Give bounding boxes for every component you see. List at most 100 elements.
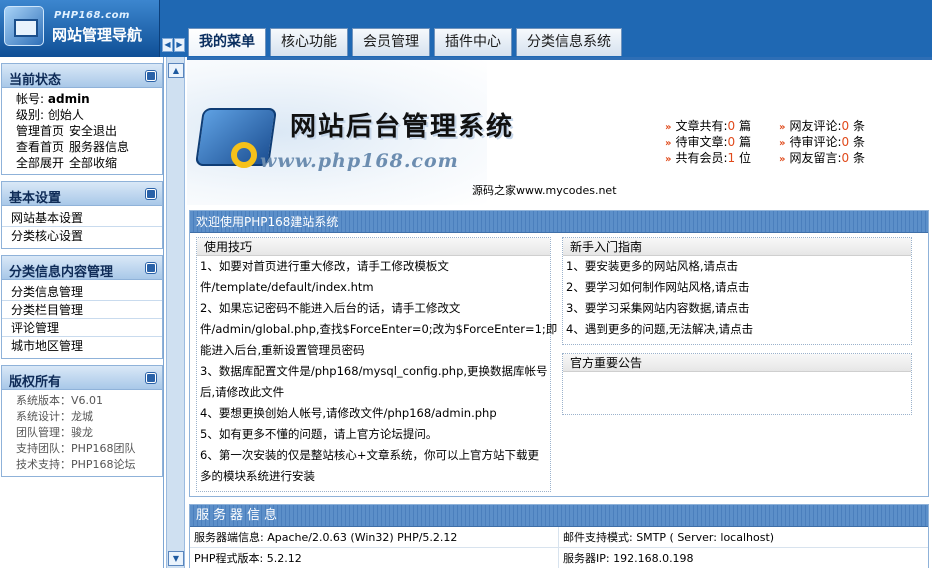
tip-line: 件/admin/global.php,查找$ForceEnter=0;改为$Fo… [200, 322, 558, 336]
guide-link[interactable]: 4、遇到更多的问题,无法解决,请点击 [563, 319, 911, 340]
tip-line: 6、第一次安装的仅是整站核心+文章系统，你可以上官方站下载更 [200, 448, 539, 462]
notice-box: 官方重要公告 [562, 353, 912, 415]
tab-classified-system[interactable]: 分类信息系统 [516, 28, 622, 56]
collapse-icon[interactable] [146, 373, 156, 383]
tips-title: 使用技巧 [197, 238, 550, 256]
tips-box: 使用技巧 1、如要对首页进行重大修改，请手工修改模板文 件/template/d… [196, 237, 558, 492]
design-line: 系统设计：龙城 [16, 410, 93, 423]
server-info-panel: 服务器信息 服务器端信息: Apache/2.0.63 (Win32) PHP/… [189, 504, 929, 568]
stat-members: » 共有会员:1 位 [665, 151, 751, 165]
server-ip: 服务器IP: 192.168.0.198 [563, 552, 694, 565]
collapse-icon[interactable] [146, 189, 156, 199]
scroll-right-icon[interactable]: ▶ [174, 38, 185, 52]
scroll-up-icon[interactable]: ▲ [168, 63, 184, 78]
link-row: 管理首页 安全退出 [2, 123, 162, 139]
group-header[interactable]: 基本设置 [2, 182, 162, 206]
tip-line: 1、如要对首页进行重大修改，请手工修改模板文 [200, 259, 449, 273]
stat-comments: » 网友评论:0 条 [779, 119, 865, 133]
guide-link[interactable]: 2、要学习如何制作网站风格,请点击 [563, 277, 911, 298]
stat-pending-comments: » 待审评论:0 条 [779, 135, 865, 149]
group-header[interactable]: 版权所有 [2, 366, 162, 390]
tab-core-functions[interactable]: 核心功能 [270, 28, 348, 56]
sidebar-item-site-settings[interactable]: 网站基本设置 [2, 209, 162, 227]
admin-logo-icon [4, 6, 44, 46]
source-credit: 源码之家www.mycodes.net [472, 184, 617, 197]
scroll-left-icon[interactable]: ◀ [162, 38, 173, 52]
sidebar-group-content: 分类信息内容管理 分类信息管理 分类栏目管理 评论管理 城市地区管理 [1, 255, 163, 359]
sidebar-scrollbar[interactable]: ▲ ▼ [166, 57, 185, 568]
level-line: 级别: 创始人 [2, 107, 162, 123]
guide-box: 新手入门指南 1、要安装更多的网站风格,请点击 2、要学习如何制作网站风格,请点… [562, 237, 912, 345]
stat-messages: » 网友留言:0 条 [779, 151, 865, 165]
tab-scroll-arrows: ◀ ▶ [162, 38, 186, 52]
guide-link[interactable]: 1、要安装更多的网站风格,请点击 [563, 256, 911, 277]
notice-title: 官方重要公告 [563, 354, 911, 372]
group-header[interactable]: 分类信息内容管理 [2, 256, 162, 280]
group-title: 分类信息内容管理 [9, 265, 114, 280]
sidebar-item-column-management[interactable]: 分类栏目管理 [2, 301, 162, 319]
sidebar-item-comment-management[interactable]: 评论管理 [2, 319, 162, 337]
banner: 网站后台管理系统 www.php168.com 源码之家www.mycodes.… [187, 60, 932, 208]
scroll-down-icon[interactable]: ▼ [168, 551, 184, 566]
tab-plugin-center[interactable]: 插件中心 [434, 28, 512, 56]
mail-mode: 邮件支持模式: SMTP ( Server: localhost) [563, 531, 775, 544]
support-team-line: 支持团队：PHP168团队 [16, 442, 136, 455]
collapse-icon[interactable] [146, 71, 156, 81]
tip-line: 3、数据库配置文件是/php168/mysql_config.php,更换数据库… [200, 364, 548, 378]
team-line: 团队管理：骏龙 [16, 426, 93, 439]
stat-row: » 共有会员:1 位 » 网友留言:0 条 [665, 150, 893, 166]
banner-url: www.php168.com [260, 150, 459, 172]
wrench-icon [231, 142, 257, 168]
group-title: 版权所有 [9, 375, 62, 390]
link-collapse-all[interactable]: 全部收缩 [69, 156, 117, 170]
tip-line: 能进入后台,重新设置管理员密码 [200, 343, 365, 357]
link-view-home[interactable]: 查看首页 [16, 140, 64, 154]
sidebar-item-info-management[interactable]: 分类信息管理 [2, 283, 162, 301]
top-bar: PHP168.com 网站管理导航 ◀ ▶ 我的菜单 核心功能 会员管理 插件中… [0, 0, 932, 57]
logo: PHP168.com 网站管理导航 [0, 0, 160, 57]
link-logout[interactable]: 安全退出 [69, 124, 117, 138]
main-content: 网站后台管理系统 www.php168.com 源码之家www.mycodes.… [187, 57, 932, 568]
link-row: 查看首页 服务器信息 [2, 139, 162, 155]
table-row: PHP程式版本: 5.2.12 服务器IP: 192.168.0.198 [190, 548, 928, 568]
group-header[interactable]: 当前状态 [2, 64, 162, 88]
tech-support-line: 技术支持：PHP168论坛 [16, 458, 136, 471]
collapse-icon[interactable] [146, 263, 156, 273]
double-chevron-icon: » [779, 154, 786, 165]
double-chevron-icon: » [665, 154, 672, 165]
welcome-panel: 欢迎使用PHP168建站系统 使用技巧 1、如要对首页进行重大修改，请手工修改模… [189, 210, 929, 497]
stat-articles: » 文章共有:0 篇 [665, 119, 751, 133]
tab-member-management[interactable]: 会员管理 [352, 28, 430, 56]
guide-link[interactable]: 3、要学习采集网站内容数据,请点击 [563, 298, 911, 319]
tip-line: 5、如有更多不懂的问题，请上官方论坛提问。 [200, 427, 438, 441]
tip-line: 件/template/default/index.htm [200, 280, 374, 294]
tab-my-menu[interactable]: 我的菜单 [188, 28, 266, 56]
link-admin-home[interactable]: 管理首页 [16, 124, 64, 138]
panel-title: 服务器信息 [190, 505, 928, 527]
logo-site: PHP168.com [54, 10, 130, 21]
sidebar-item-region-management[interactable]: 城市地区管理 [2, 337, 162, 355]
php-version: PHP程式版本: 5.2.12 [190, 548, 559, 568]
stat-row: » 待审文章:0 篇 » 待审评论:0 条 [665, 134, 893, 150]
account-value: admin [47, 92, 90, 106]
double-chevron-icon: » [779, 138, 786, 149]
logo-title: 网站管理导航 [52, 26, 143, 44]
stats-summary: » 文章共有:0 篇 » 网友评论:0 条 » 待审文章:0 篇 » 待审评论:0 条 … [665, 118, 893, 166]
level-label: 级别: [16, 108, 45, 122]
tip-line: 后,请修改此文件 [200, 385, 285, 399]
sidebar-group-basic: 基本设置 网站基本设置 分类核心设置 [1, 181, 163, 249]
server-software: 服务器端信息: Apache/2.0.63 (Win32) PHP/5.2.12 [190, 527, 559, 547]
sidebar-item-core-settings[interactable]: 分类核心设置 [2, 227, 162, 245]
tip-line: 4、要想更换创始人帐号,请修改文件/php168/admin.php [200, 406, 497, 420]
banner-title: 网站后台管理系统 [290, 112, 515, 142]
group-title: 当前状态 [9, 73, 62, 88]
link-server-info[interactable]: 服务器信息 [69, 140, 129, 154]
sidebar: 当前状态 帐号: admin 级别: 创始人 管理首页 安全退出 查看首页 服务器信… [0, 57, 164, 568]
sidebar-group-copyright: 版权所有 系统版本：V6.01 系统设计：龙城 团队管理：骏龙 支持团队：PHP… [1, 365, 163, 477]
double-chevron-icon: » [779, 122, 786, 133]
version-line: 系统版本：V6.01 [16, 394, 104, 407]
main-tabs: 我的菜单 核心功能 会员管理 插件中心 分类信息系统 [188, 28, 622, 56]
stat-pending-articles: » 待审文章:0 篇 [665, 135, 751, 149]
account-line: 帐号: admin [2, 91, 162, 107]
link-expand-all[interactable]: 全部展开 [16, 156, 64, 170]
